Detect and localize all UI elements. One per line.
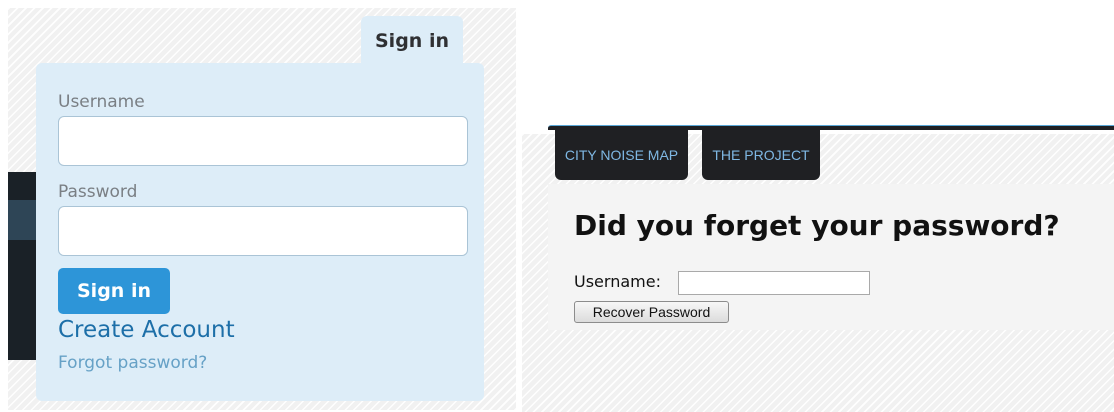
- username-label: Username: [58, 92, 145, 112]
- username-input[interactable]: [58, 116, 468, 166]
- nav-tab-city-noise-map[interactable]: CITY NOISE MAP: [555, 129, 688, 180]
- signin-form: Username Password Sign in Create Account…: [36, 63, 484, 401]
- sign-in-button[interactable]: Sign in: [58, 268, 170, 314]
- nav-tab-the-project[interactable]: THE PROJECT: [702, 129, 820, 180]
- password-label: Password: [58, 182, 138, 202]
- recover-password-button[interactable]: Recover Password: [574, 301, 729, 323]
- password-input[interactable]: [58, 206, 468, 256]
- forgot-password-link[interactable]: Forgot password?: [58, 353, 207, 373]
- create-account-link[interactable]: Create Account: [58, 317, 235, 343]
- recover-username-input[interactable]: [678, 271, 870, 295]
- recover-username-label: Username:: [574, 272, 661, 291]
- tab-sign-in[interactable]: Sign in: [361, 16, 463, 66]
- page-title: Did you forget your password?: [574, 209, 1060, 242]
